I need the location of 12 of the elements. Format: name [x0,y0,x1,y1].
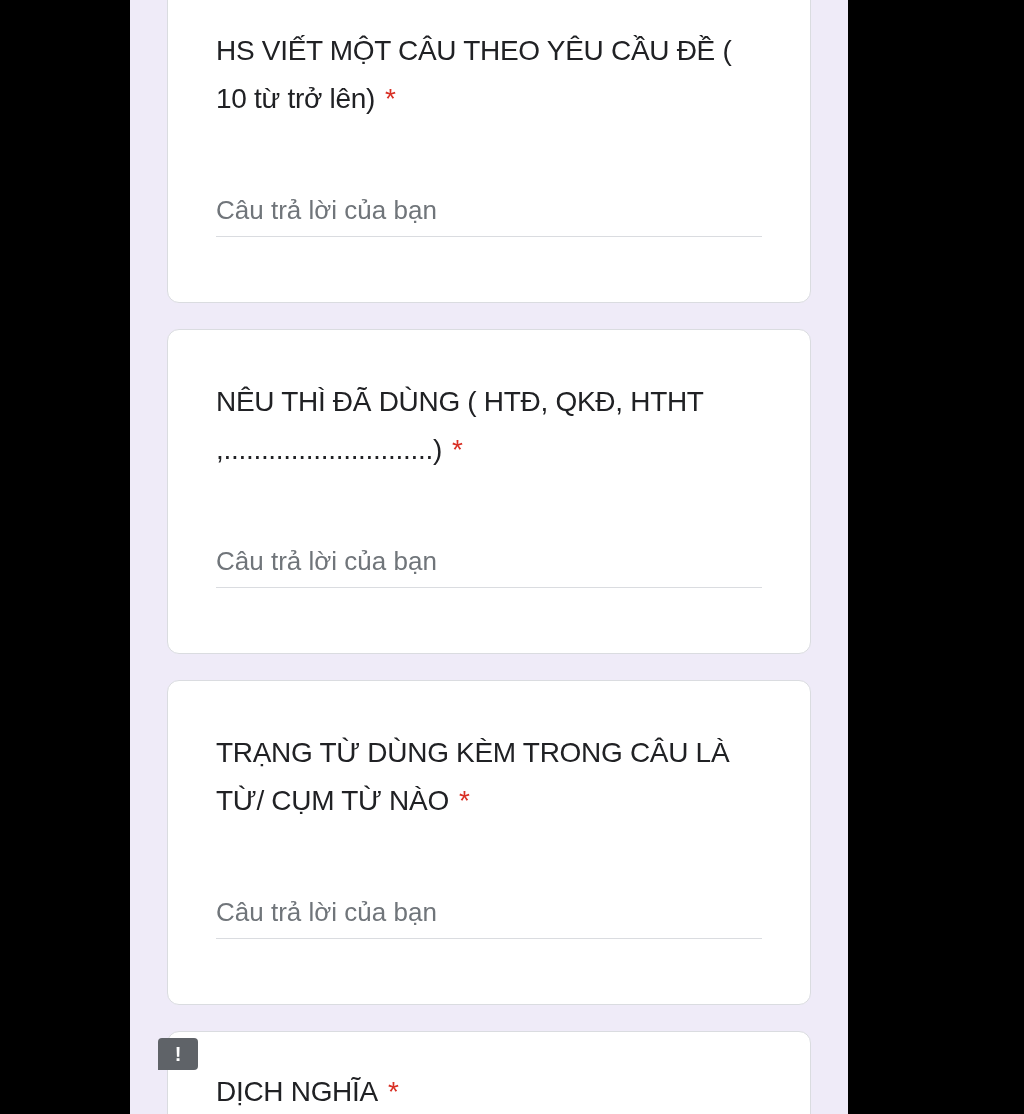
required-mark: * [384,83,396,114]
answer-field[interactable]: Câu trả lời của bạn [216,540,762,588]
question-title: HS VIẾT MỘT CÂU THEO YÊU CẦU ĐỀ ( 10 từ trở lên) * [216,34,733,116]
answer-field[interactable]: Câu trả lời của bạn [216,189,762,237]
question-title: NÊU THÌ ĐÃ DÙNG ( HTĐ, QKĐ, HTHT ,............................) * [216,385,705,467]
answer-field[interactable]: Câu trả lời của bạn [216,891,762,939]
required-mark: * [451,434,463,465]
question-title: TRẠNG TỪ DÙNG KÈM TRONG CÂU LÀ TỪ/ CỤM TỪ NÀO * [216,736,731,818]
question-title: DỊCH NGHĨA * [216,1075,400,1109]
required-mark: * [387,1076,399,1107]
required-mark: * [458,785,470,816]
feedback-button[interactable]: ! [158,1038,198,1070]
